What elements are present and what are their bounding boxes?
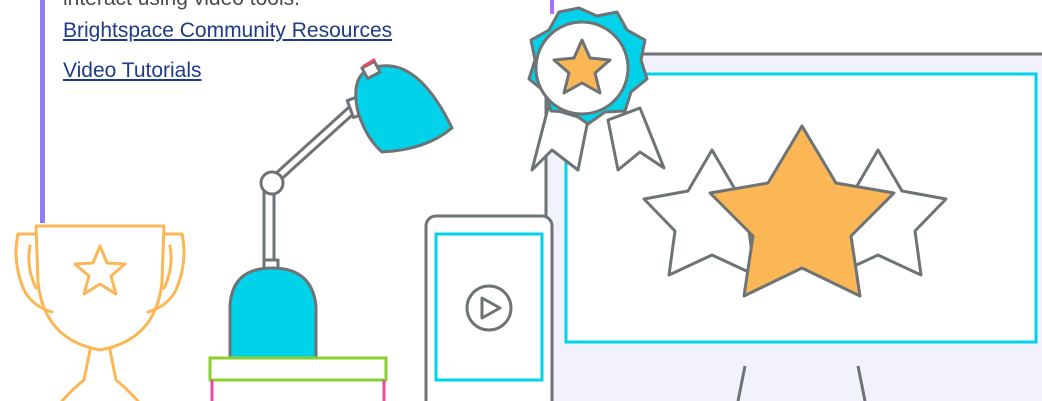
purple-accent-bar-small bbox=[550, 0, 554, 14]
trophy-icon bbox=[14, 224, 186, 401]
intro-partial-text: interact using video tools. bbox=[63, 0, 300, 12]
tablet-play-icon bbox=[424, 214, 554, 401]
video-tutorials-link[interactable]: Video Tutorials bbox=[63, 58, 202, 84]
desk-lamp-icon bbox=[228, 58, 454, 360]
purple-accent-bar bbox=[40, 0, 45, 223]
community-resources-link[interactable]: Brightspace Community Resources bbox=[63, 18, 392, 44]
illustration-panel: interact using video tools. Brightspace … bbox=[0, 0, 1042, 401]
table-top bbox=[208, 356, 388, 382]
